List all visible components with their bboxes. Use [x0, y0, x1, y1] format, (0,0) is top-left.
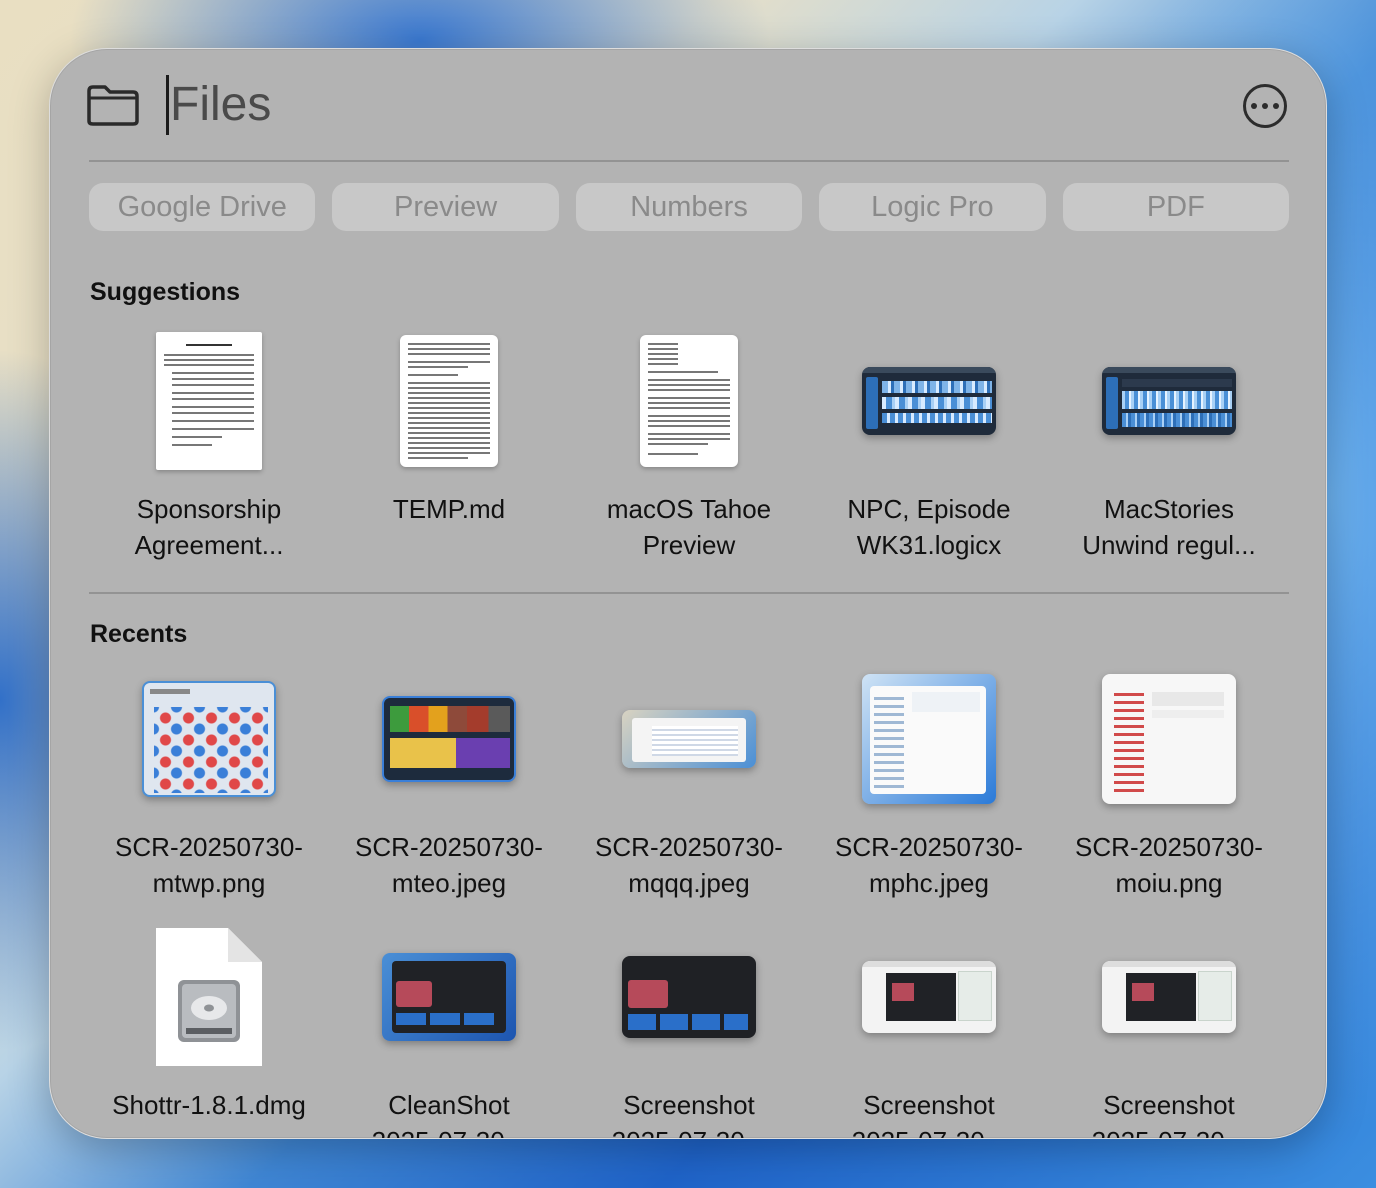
logic-project-thumbnail [1102, 367, 1236, 435]
search-query-field[interactable]: Files [170, 75, 271, 135]
header-divider [89, 160, 1289, 162]
recent-item[interactable]: Screenshot2025-07-30... [569, 917, 809, 1138]
section-divider [89, 592, 1289, 594]
screenshot-thumbnail [862, 674, 996, 804]
panel-header: Files [50, 49, 1326, 161]
logic-project-thumbnail [862, 367, 996, 435]
screenshot-thumbnail [382, 696, 516, 782]
filter-chips: Google Drive Preview Numbers Logic Pro P… [89, 183, 1290, 231]
file-name: TEMP.md [392, 494, 506, 524]
recents-grid-row-1: SCR-20250730- mtwp.png SCR-20250730- mteo.… [89, 659, 1289, 901]
file-name: CleanShot2025-07-30... [372, 1090, 527, 1138]
chip-numbers[interactable]: Numbers [575, 183, 803, 231]
file-name: SCR-20250730- mphc.jpeg [835, 832, 1023, 898]
chip-google-drive[interactable]: Google Drive [89, 183, 316, 231]
suggestions-grid: Sponsorship Agreement... TEMP.md macOS T… [89, 321, 1289, 563]
screenshot-thumbnail [1102, 674, 1236, 804]
file-name: SCR-20250730- mqqq.jpeg [595, 832, 783, 898]
suggestion-item[interactable]: TEMP.md [329, 321, 569, 563]
chip-logic-pro[interactable]: Logic Pro [819, 183, 1046, 231]
chip-pdf[interactable]: PDF [1062, 183, 1290, 231]
text-document-thumbnail [640, 335, 738, 467]
recents-grid-row-2: Shottr-1.8.1.dmg CleanShot2025-07-30... … [89, 917, 1289, 1138]
recent-item[interactable]: SCR-20250730- mphc.jpeg [809, 659, 1049, 901]
screenshot-thumbnail [862, 961, 996, 1033]
chip-preview[interactable]: Preview [332, 183, 559, 231]
recent-item[interactable]: Screenshot2025-07-30... [1049, 917, 1289, 1138]
recent-item[interactable]: Screenshot2025-07-30... [809, 917, 1049, 1138]
suggestion-item[interactable]: Sponsorship Agreement... [89, 321, 329, 563]
file-name: Screenshot2025-07-30... [852, 1090, 1007, 1138]
file-name: Shottr-1.8.1.dmg [112, 1090, 306, 1120]
file-name: MacStories Unwind regul... [1082, 494, 1256, 560]
folder-icon [87, 85, 139, 126]
file-name: NPC, Episode WK31.logicx [847, 494, 1011, 560]
screenshot-thumbnail [1102, 961, 1236, 1033]
text-document-thumbnail [400, 335, 498, 467]
screenshot-thumbnail [622, 710, 756, 768]
screenshot-thumbnail [622, 956, 756, 1038]
recent-item[interactable]: SCR-20250730- mtwp.png [89, 659, 329, 901]
recent-item[interactable]: Shottr-1.8.1.dmg [89, 917, 329, 1138]
file-name: SCR-20250730- mteo.jpeg [355, 832, 543, 898]
pdf-document-thumbnail [156, 332, 262, 470]
recent-item[interactable]: CleanShot2025-07-30... [329, 917, 569, 1138]
suggestion-item[interactable]: MacStories Unwind regul... [1049, 321, 1289, 563]
ellipsis-circle-icon[interactable] [1243, 84, 1287, 128]
screenshot-thumbnail [142, 681, 276, 797]
file-name: SCR-20250730- moiu.png [1075, 832, 1263, 898]
file-name: Sponsorship Agreement... [134, 494, 284, 560]
suggestions-heading: Suggestions [90, 278, 241, 306]
disk-image-icon [156, 928, 262, 1066]
suggestion-item[interactable]: NPC, Episode WK31.logicx [809, 321, 1049, 563]
files-panel: Files Google Drive Preview Numbers Logic… [49, 48, 1327, 1139]
recent-item[interactable]: SCR-20250730- mqqq.jpeg [569, 659, 809, 901]
file-name: Screenshot2025-07-30... [1092, 1090, 1247, 1138]
recent-item[interactable]: SCR-20250730- mteo.jpeg [329, 659, 569, 901]
file-name: SCR-20250730- mtwp.png [115, 832, 303, 898]
recents-heading: Recents [90, 620, 188, 648]
file-name: macOS Tahoe Preview [606, 494, 772, 560]
text-cursor [166, 75, 169, 135]
screenshot-thumbnail [382, 953, 516, 1041]
recent-item[interactable]: SCR-20250730- moiu.png [1049, 659, 1289, 901]
file-name: Screenshot2025-07-30... [612, 1090, 767, 1138]
suggestion-item[interactable]: macOS Tahoe Preview [569, 321, 809, 563]
